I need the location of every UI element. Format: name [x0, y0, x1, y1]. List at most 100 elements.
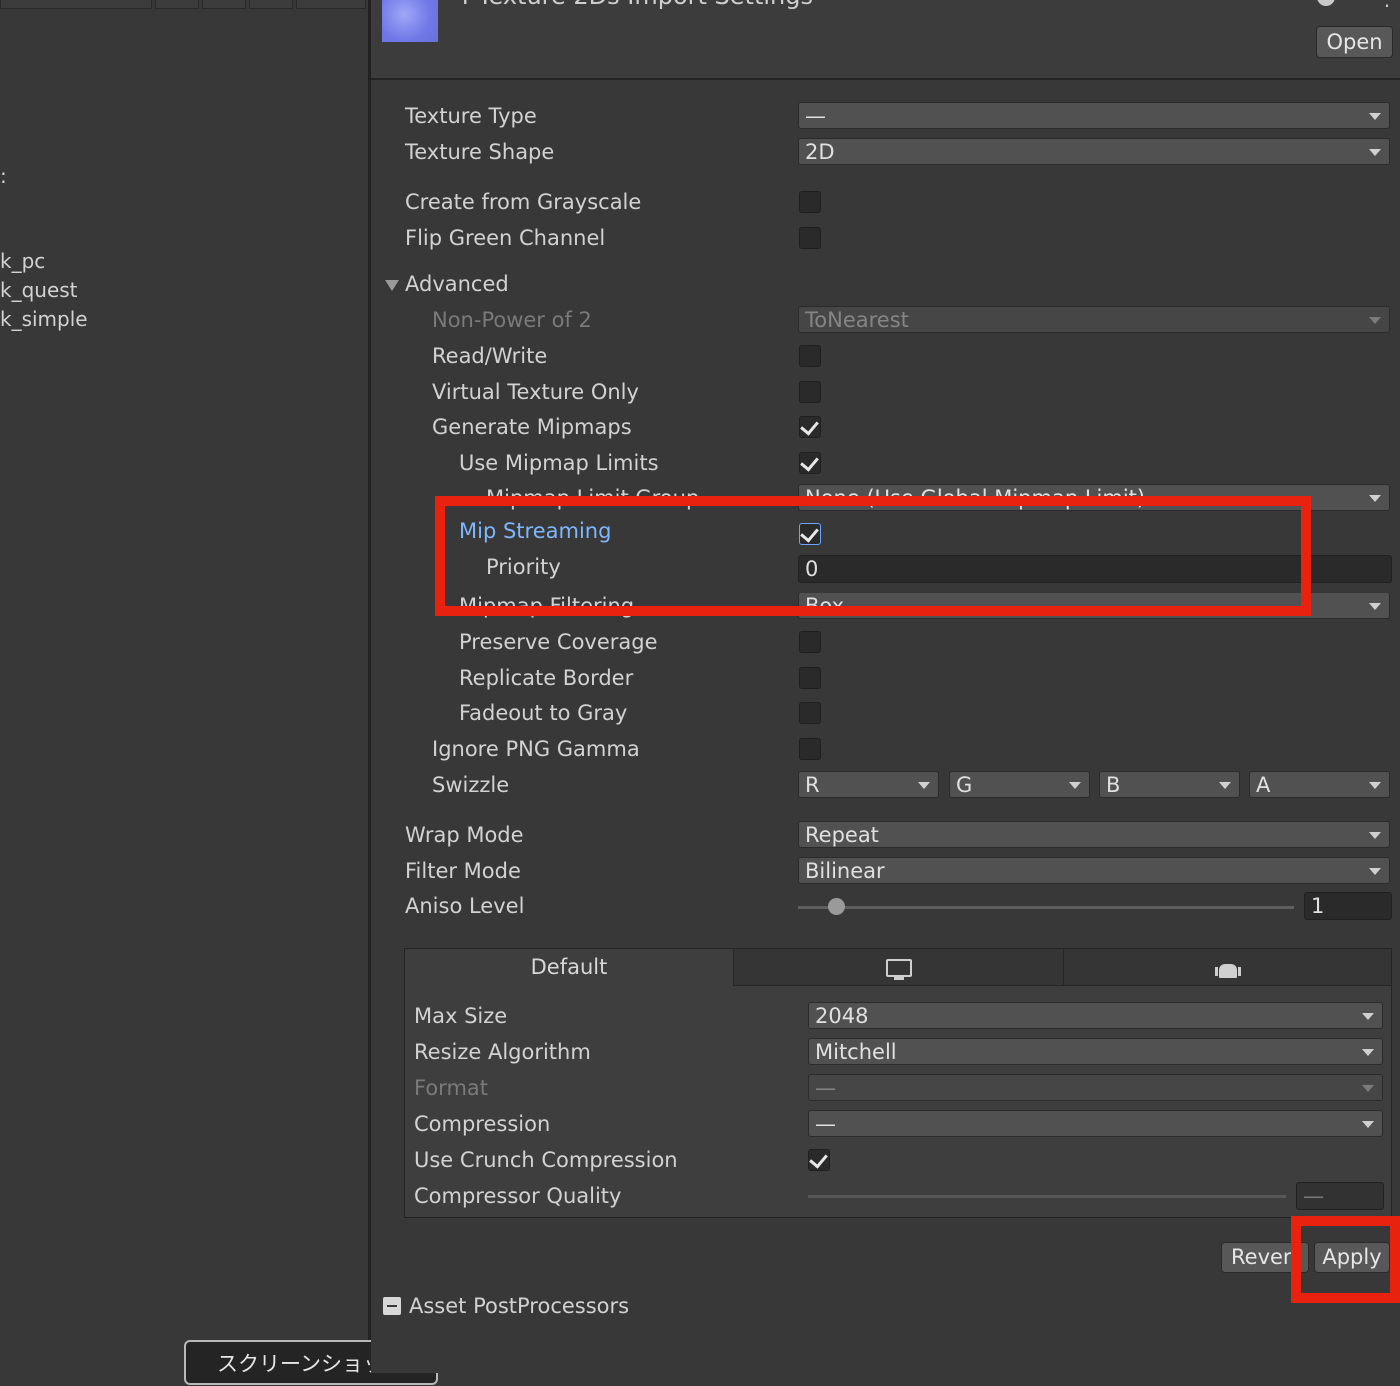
compression-row: Compression —	[405, 1108, 1391, 1142]
open-button[interactable]: Open	[1316, 26, 1393, 58]
create-from-grayscale-label: Create from Grayscale	[405, 190, 642, 214]
swizzle-g-value: G	[956, 773, 973, 797]
wrap-mode-row: Wrap Mode Repeat	[371, 819, 1400, 853]
tree-item[interactable]: k_simple	[0, 307, 88, 331]
format-label: Format	[414, 1076, 489, 1100]
mip-streaming-checkbox[interactable]	[799, 523, 821, 545]
toolbar-segment[interactable]	[249, 0, 293, 9]
aniso-level-slider-track[interactable]	[798, 906, 1294, 909]
monitor-icon	[885, 959, 912, 980]
chevron-down-icon	[1369, 782, 1381, 789]
mipmap-filtering-row: Mipmap Filtering Box	[371, 590, 1400, 624]
chevron-down-icon	[1369, 832, 1381, 839]
use-crunch-compression-label: Use Crunch Compression	[414, 1148, 678, 1172]
toolbar-segment[interactable]	[296, 0, 366, 9]
wrap-mode-label: Wrap Mode	[405, 823, 524, 847]
tab-standalone[interactable]	[734, 949, 1064, 986]
aniso-level-row: Aniso Level 1	[371, 890, 1400, 924]
checkmark-icon	[800, 416, 819, 436]
preserve-coverage-row: Preserve Coverage	[371, 626, 1400, 660]
flip-green-channel-label: Flip Green Channel	[405, 226, 606, 250]
tab-android[interactable]	[1064, 949, 1391, 986]
project-panel: : k_pc k_quest k_simple	[0, 0, 371, 1373]
aniso-level-input[interactable]: 1	[1304, 892, 1392, 920]
collapse-minus-icon[interactable]	[383, 1297, 401, 1315]
toolbar-segment[interactable]	[155, 0, 199, 9]
flip-green-channel-row: Flip Green Channel	[371, 222, 1400, 256]
swizzle-g-dropdown[interactable]: G	[949, 771, 1090, 798]
chevron-down-icon	[1369, 317, 1381, 324]
apply-button[interactable]: Apply	[1314, 1242, 1390, 1273]
revert-button[interactable]: Revert	[1221, 1242, 1309, 1273]
resize-algorithm-dropdown[interactable]: Mitchell	[808, 1038, 1383, 1065]
priority-input[interactable]: 0	[798, 555, 1392, 583]
chevron-down-icon	[1369, 149, 1381, 156]
wrap-mode-dropdown[interactable]: Repeat	[798, 821, 1390, 848]
compression-dropdown[interactable]: —	[808, 1110, 1383, 1137]
format-dropdown: —	[808, 1074, 1383, 1101]
virtual-texture-only-checkbox[interactable]	[799, 381, 821, 403]
aniso-level-slider-thumb[interactable]	[827, 898, 845, 915]
resize-algorithm-value: Mitchell	[815, 1040, 897, 1064]
chevron-down-icon	[1069, 782, 1081, 789]
max-size-dropdown[interactable]: 2048	[808, 1002, 1383, 1029]
non-power-of-2-row: Non-Power of 2 ToNearest	[371, 304, 1400, 338]
inspector-panel: 4 Texture 2Ds Import Settings ⋮ Open Tex…	[371, 0, 1400, 1373]
priority-row: Priority 0	[371, 549, 1400, 593]
toolbar-segment[interactable]	[202, 0, 246, 9]
replicate-border-checkbox[interactable]	[799, 667, 821, 689]
kebab-menu-icon[interactable]: ⋮	[1377, 0, 1397, 10]
texture-type-row: Texture Type —	[371, 100, 1400, 134]
chevron-down-icon	[1219, 782, 1231, 789]
mipmap-filtering-value: Box	[805, 594, 845, 618]
mipmap-limit-group-label: Mipmap Limit Group	[486, 486, 700, 510]
read-write-label: Read/Write	[432, 344, 548, 368]
tree-item[interactable]: :	[0, 164, 7, 188]
chevron-down-icon	[1369, 113, 1381, 120]
non-power-of-2-dropdown: ToNearest	[798, 306, 1390, 333]
generate-mipmaps-label: Generate Mipmaps	[432, 415, 632, 439]
checkmark-icon	[800, 452, 819, 472]
swizzle-label: Swizzle	[432, 773, 510, 797]
max-size-value: 2048	[815, 1004, 869, 1028]
ignore-png-gamma-checkbox[interactable]	[799, 738, 821, 760]
texture-type-dropdown[interactable]: —	[798, 102, 1390, 129]
texture-type-label: Texture Type	[405, 104, 537, 128]
toolbar-segment[interactable]	[0, 0, 152, 9]
create-from-grayscale-checkbox[interactable]	[799, 191, 821, 213]
advanced-foldout[interactable]: Advanced	[371, 268, 1400, 302]
foldout-arrow-icon[interactable]	[385, 280, 399, 291]
chevron-down-icon	[1362, 1013, 1374, 1020]
fadeout-to-gray-checkbox[interactable]	[799, 702, 821, 724]
generate-mipmaps-checkbox[interactable]	[799, 416, 821, 438]
swizzle-row: Swizzle R G B A	[371, 769, 1400, 803]
filter-mode-dropdown[interactable]: Bilinear	[798, 857, 1390, 884]
virtual-texture-only-label: Virtual Texture Only	[432, 380, 639, 404]
resize-algorithm-label: Resize Algorithm	[414, 1040, 591, 1064]
tab-default[interactable]: Default	[405, 949, 734, 986]
checkmark-icon	[809, 1149, 828, 1169]
max-size-row: Max Size 2048	[405, 1000, 1391, 1034]
tree-item[interactable]: k_pc	[0, 249, 45, 273]
texture-shape-dropdown[interactable]: 2D	[798, 138, 1390, 165]
preserve-coverage-checkbox[interactable]	[799, 631, 821, 653]
chevron-down-icon	[1369, 603, 1381, 610]
chevron-down-icon	[1362, 1085, 1374, 1092]
swizzle-r-dropdown[interactable]: R	[798, 771, 939, 798]
tree-item[interactable]: k_quest	[0, 278, 78, 302]
generate-mipmaps-row: Generate Mipmaps	[371, 411, 1400, 445]
replicate-border-label: Replicate Border	[459, 666, 634, 690]
swizzle-a-dropdown[interactable]: A	[1249, 771, 1390, 798]
flip-green-channel-checkbox[interactable]	[799, 227, 821, 249]
priority-label: Priority	[486, 555, 561, 579]
mipmap-filtering-dropdown[interactable]: Box	[798, 592, 1390, 619]
compressor-quality-slider-track	[808, 1195, 1286, 1198]
swizzle-b-dropdown[interactable]: B	[1099, 771, 1240, 798]
help-icon[interactable]	[1317, 0, 1335, 6]
mipmap-limit-group-dropdown[interactable]: None (Use Global Mipmap Limit)	[798, 484, 1390, 511]
read-write-row: Read/Write	[371, 340, 1400, 374]
read-write-checkbox[interactable]	[799, 345, 821, 367]
use-mipmap-limits-checkbox[interactable]	[799, 452, 821, 474]
asset-postprocessors-label[interactable]: Asset PostProcessors	[409, 1294, 629, 1318]
use-crunch-compression-checkbox[interactable]	[808, 1149, 830, 1171]
